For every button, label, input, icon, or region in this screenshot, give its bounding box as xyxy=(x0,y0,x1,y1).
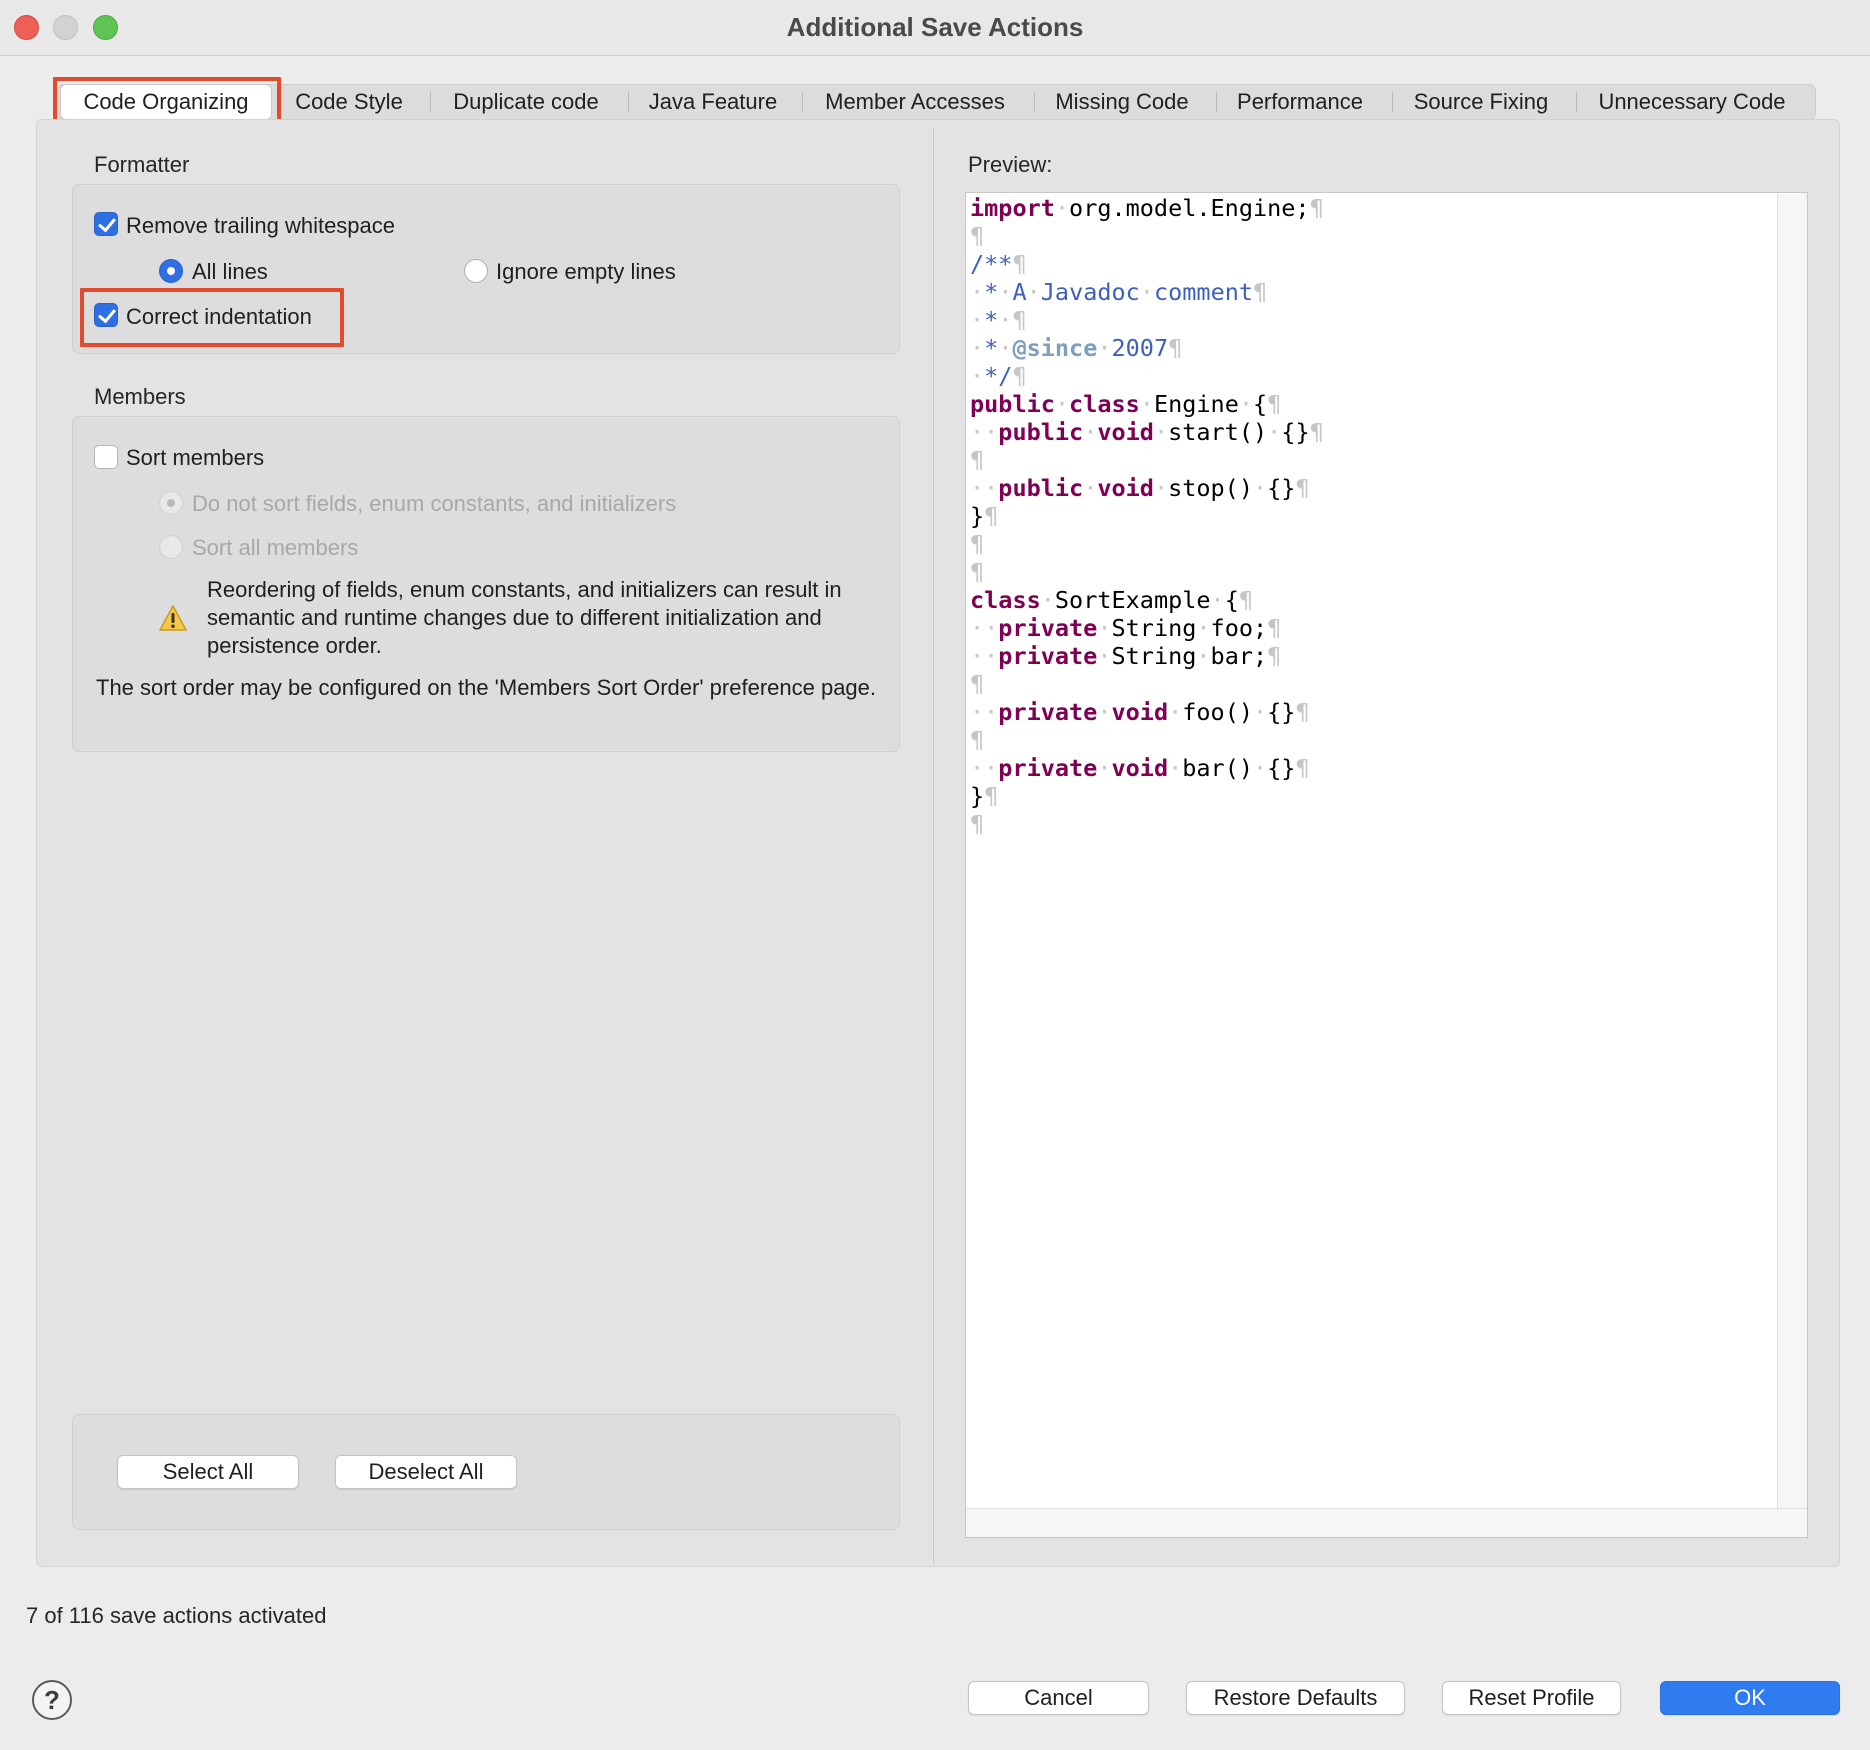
preview-code: import·org.model.Engine;¶ ¶/**¶ ·*·A·Javad… xyxy=(970,194,1324,838)
select-all-button[interactable]: Select All xyxy=(117,1455,299,1489)
help-circle-icon[interactable]: ? xyxy=(32,1680,72,1720)
formatter-group-label: Formatter xyxy=(94,152,190,177)
sort-all-members-label: Sort all members xyxy=(192,535,359,560)
tab-source-fixing[interactable]: Source Fixing xyxy=(1402,84,1560,120)
warning-triangle-icon xyxy=(159,605,187,631)
sort-members-label[interactable]: Sort members xyxy=(126,445,264,471)
tab-missing-code[interactable]: Missing Code xyxy=(1044,84,1200,120)
tab-performance[interactable]: Performance xyxy=(1226,84,1374,120)
do-not-sort-label: Do not sort fields, enum constants, and … xyxy=(192,491,677,516)
sort-warning-text: Reordering of fields, enum constants, an… xyxy=(207,577,842,658)
do-not-sort-radio[interactable] xyxy=(159,491,183,515)
tab-duplicate-code[interactable]: Duplicate code xyxy=(440,84,612,120)
reset-profile-button[interactable]: Reset Profile xyxy=(1442,1681,1621,1715)
all-lines-label[interactable]: All lines xyxy=(192,259,268,285)
restore-defaults-button[interactable]: Restore Defaults xyxy=(1186,1681,1405,1715)
members-group-label: Members xyxy=(94,384,186,409)
tab-member-accesses[interactable]: Member Accesses xyxy=(812,84,1018,120)
preview-horizontal-scrollbar[interactable] xyxy=(966,1508,1807,1537)
sort-order-info-text: The sort order may be configured on the … xyxy=(96,675,877,700)
cancel-button[interactable]: Cancel xyxy=(968,1681,1149,1715)
tab-java-feature[interactable]: Java Feature xyxy=(638,84,788,120)
tab-unnecessary-code[interactable]: Unnecessary Code xyxy=(1586,84,1798,120)
ignore-empty-lines-radio[interactable] xyxy=(464,259,488,283)
all-lines-radio[interactable] xyxy=(159,259,183,283)
preview-label: Preview: xyxy=(968,152,1053,177)
sort-members-checkbox[interactable] xyxy=(94,445,118,469)
highlight-box-correct-indentation xyxy=(80,288,344,347)
deselect-all-button[interactable]: Deselect All xyxy=(335,1455,517,1489)
remove-trailing-whitespace-label[interactable]: Remove trailing whitespace xyxy=(126,213,395,239)
remove-trailing-whitespace-checkbox[interactable] xyxy=(94,212,118,236)
vertical-divider xyxy=(933,128,934,1564)
sort-all-members-radio[interactable] xyxy=(159,535,183,559)
preview-vertical-scrollbar[interactable] xyxy=(1777,194,1807,1508)
tab-code-style[interactable]: Code Style xyxy=(282,84,416,120)
ok-button[interactable]: OK xyxy=(1660,1681,1840,1715)
ignore-empty-lines-label[interactable]: Ignore empty lines xyxy=(496,259,676,285)
window-title: Additional Save Actions xyxy=(786,12,1084,42)
status-text: 7 of 116 save actions activated xyxy=(26,1603,327,1628)
